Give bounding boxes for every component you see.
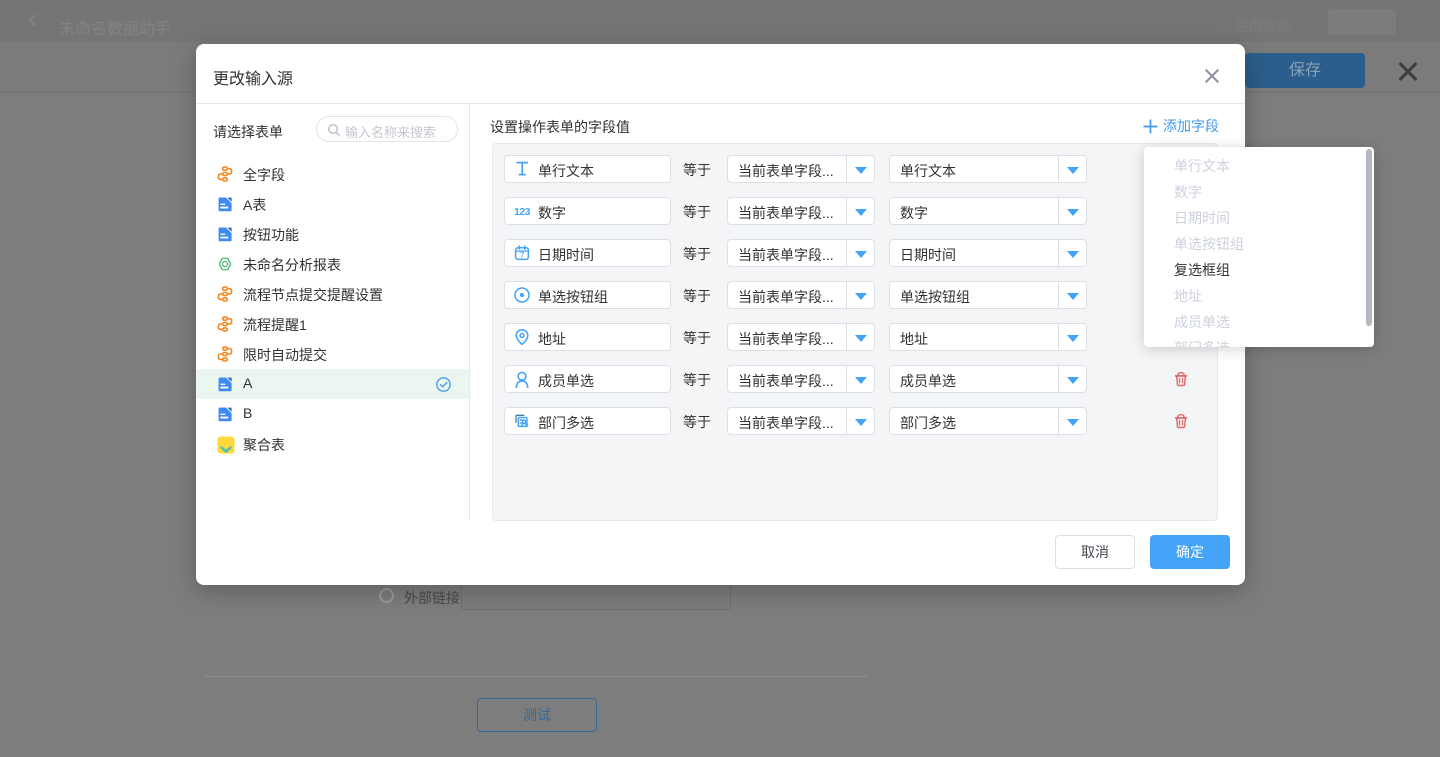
svg-text:123: 123 <box>514 206 531 218</box>
svg-text:7: 7 <box>520 250 525 260</box>
